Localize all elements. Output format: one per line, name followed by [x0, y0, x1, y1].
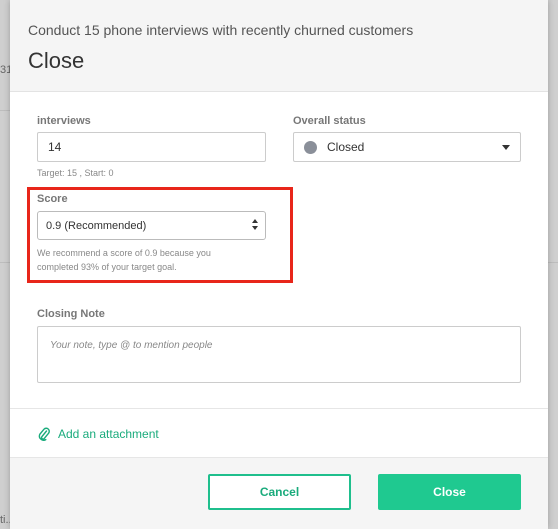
chevron-down-icon [502, 145, 510, 150]
status-dot-icon [304, 140, 317, 154]
closing-note-textarea[interactable]: Your note, type @ to mention people [37, 326, 521, 383]
score-recommendation-line2: completed 93% of your target goal. [37, 262, 177, 272]
score-select[interactable]: 0.9 (Recommended) [37, 211, 266, 240]
add-attachment-link[interactable]: Add an attachment [38, 427, 159, 441]
attachment-divider [10, 408, 548, 409]
close-goal-modal: Conduct 15 phone interviews with recentl… [10, 0, 548, 529]
up-down-arrows-icon [252, 219, 260, 233]
score-label: Score [37, 193, 68, 205]
interviews-label: interviews [37, 115, 91, 127]
background-divider [0, 110, 10, 111]
modal-title: Close [28, 48, 85, 73]
overall-status-value: Closed [327, 140, 365, 154]
interviews-target-helper: Target: 15 , Start: 0 [37, 168, 114, 178]
add-attachment-label: Add an attachment [58, 427, 159, 441]
goal-title: Conduct 15 phone interviews with recentl… [28, 22, 414, 38]
score-value: 0.9 (Recommended) [46, 219, 147, 232]
cancel-button[interactable]: Cancel [208, 474, 351, 510]
overall-status-label: Overall status [293, 115, 366, 127]
close-button[interactable]: Close [378, 474, 521, 510]
closing-note-label: Closing Note [37, 308, 105, 320]
overall-status-select[interactable]: Closed [293, 132, 521, 162]
paperclip-icon [38, 427, 50, 441]
modal-footer: Cancel Close [10, 457, 548, 529]
interviews-input[interactable]: 14 [37, 132, 266, 162]
background-divider [548, 262, 558, 263]
modal-header: Conduct 15 phone interviews with recentl… [10, 0, 548, 92]
score-recommendation-line1: We recommend a score of 0.9 because you [37, 248, 211, 258]
background-divider [0, 262, 10, 263]
